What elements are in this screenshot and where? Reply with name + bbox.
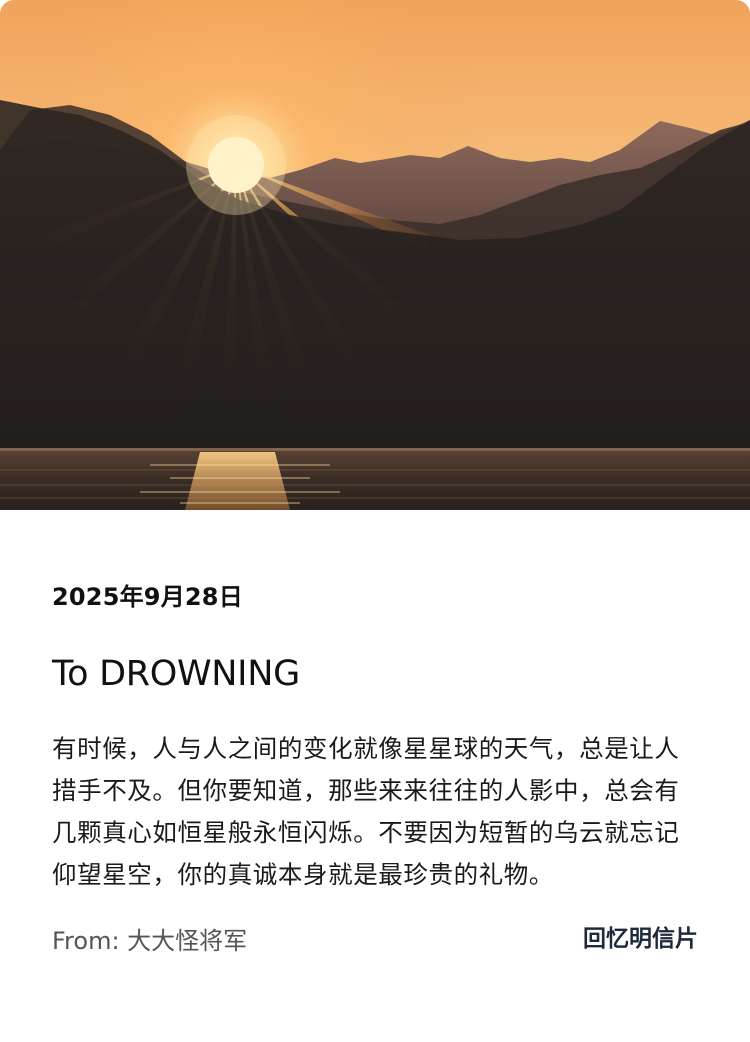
postcard: 2025年9月28日 To DROWNING 有时候，人与人之间的变化就像星星球… <box>0 0 750 1042</box>
postcard-body: 2025年9月28日 To DROWNING 有时候，人与人之间的变化就像星星球… <box>52 580 698 896</box>
postcard-title: To DROWNING <box>52 654 300 694</box>
postcard-date: 2025年9月28日 <box>52 583 243 611</box>
sender-label: From: 大大怪将军 <box>52 927 248 955</box>
sunset-mountain-lake-photo <box>0 0 750 510</box>
postcard-footer: From: 大大怪将军 回忆明信片 <box>52 920 698 960</box>
memory-postcard-link[interactable]: 回忆明信片 <box>583 922 698 956</box>
postcard-message: 有时候，人与人之间的变化就像星星球的天气，总是让人措手不及。但你要知道，那些来来… <box>52 734 680 889</box>
